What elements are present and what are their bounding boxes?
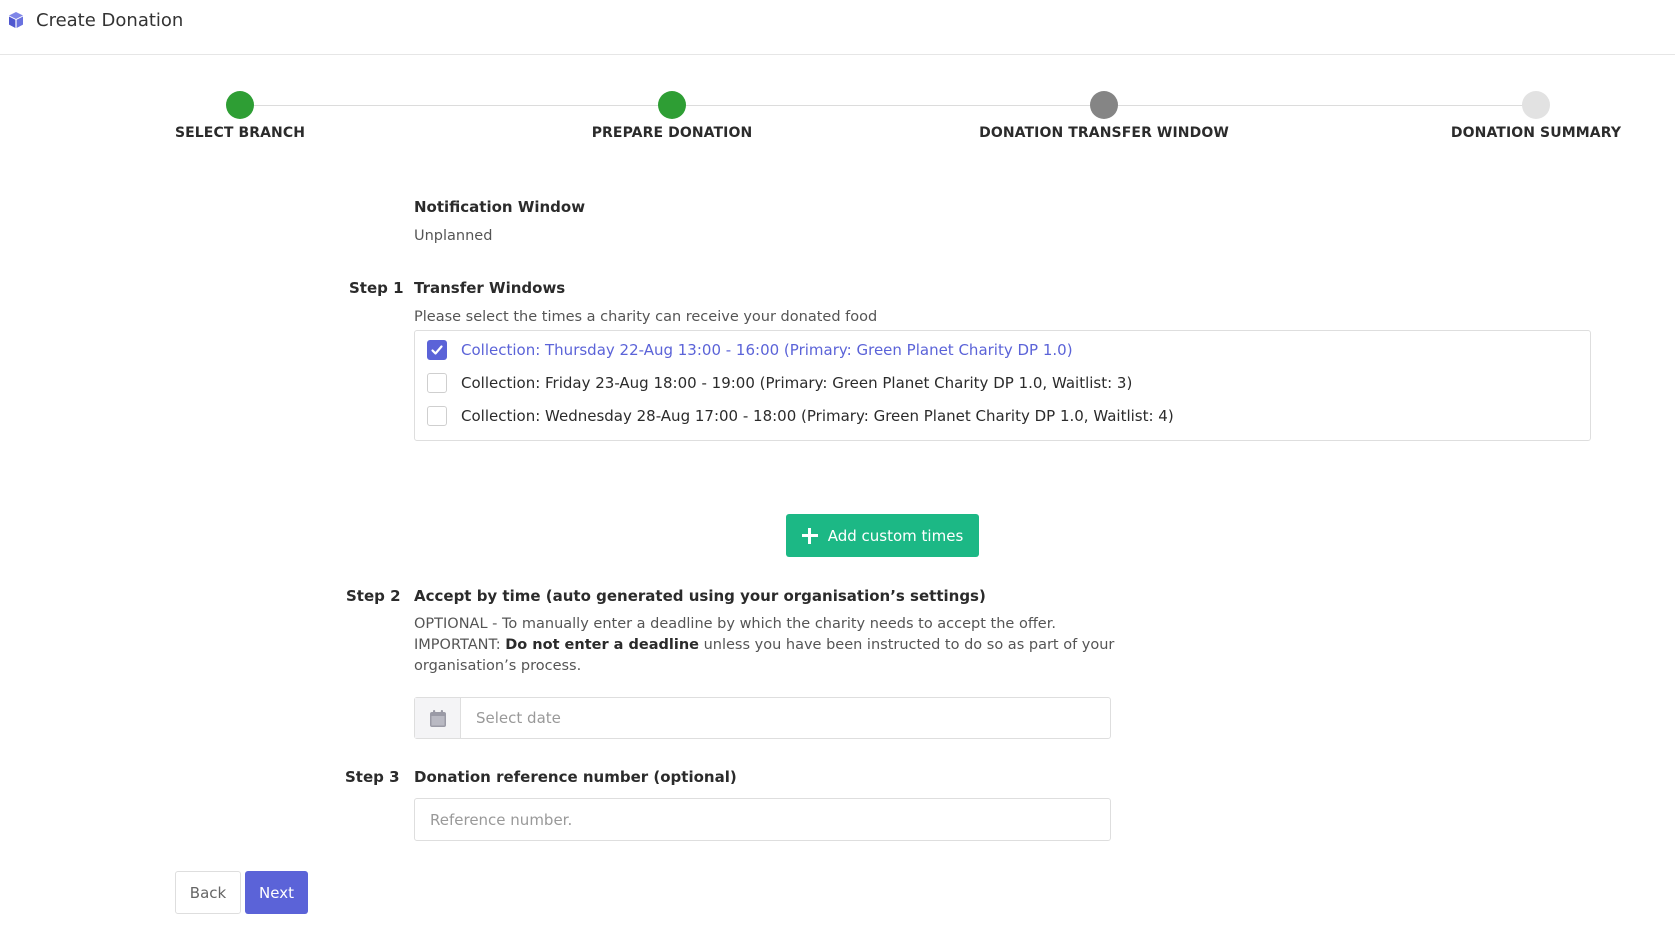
transfer-window-label: Collection: Wednesday 28-Aug 17:00 - 18:… xyxy=(461,407,1174,425)
app-header: Create Donation xyxy=(0,0,1675,55)
step-label: SELECT BRANCH xyxy=(174,125,306,141)
transfer-windows-list: Collection: Thursday 22-Aug 13:00 - 16:0… xyxy=(414,330,1591,441)
important-bold: Do not enter a deadline xyxy=(505,637,699,653)
stepper-step-select-branch: SELECT BRANCH xyxy=(110,88,370,141)
cube-icon xyxy=(9,12,23,28)
reference-number-heading: Donation reference number (optional) xyxy=(414,768,737,786)
calendar-icon xyxy=(429,709,446,727)
notification-window-heading: Notification Window xyxy=(414,198,586,216)
step-label: PREPARE DONATION xyxy=(591,125,753,141)
transfer-windows-heading: Transfer Windows xyxy=(414,279,566,297)
add-custom-times-button[interactable]: Add custom times xyxy=(786,514,979,557)
step2-tag: Step 2 xyxy=(346,587,401,605)
checkbox-unchecked[interactable] xyxy=(427,406,447,426)
accept-by-time-description: OPTIONAL - To manually enter a deadline … xyxy=(414,614,1134,677)
step-upcoming-dot xyxy=(1522,91,1550,119)
transfer-window-option[interactable]: Collection: Thursday 22-Aug 13:00 - 16:0… xyxy=(427,339,1073,361)
step3-tag: Step 3 xyxy=(345,768,400,786)
reference-number-input[interactable] xyxy=(414,798,1111,841)
transfer-window-label: Collection: Friday 23-Aug 18:00 - 19:00 … xyxy=(461,374,1133,392)
important-rest: unless you have been instructed to do so… xyxy=(698,637,1115,653)
transfer-window-option[interactable]: Collection: Friday 23-Aug 18:00 - 19:00 … xyxy=(427,372,1132,394)
transfer-window-label: Collection: Thursday 22-Aug 13:00 - 16:0… xyxy=(461,341,1073,359)
next-button[interactable]: Next xyxy=(245,871,308,914)
page-title: Create Donation xyxy=(36,10,184,31)
checkbox-checked[interactable] xyxy=(427,340,447,360)
step-label: DONATION SUMMARY xyxy=(1450,125,1622,141)
important-text: IMPORTANT: Do not enter a deadline unles… xyxy=(414,635,1134,656)
transfer-windows-hint: Please select the times a charity can re… xyxy=(414,309,878,325)
important-prefix: IMPORTANT: xyxy=(414,637,506,653)
date-input[interactable] xyxy=(461,698,1110,738)
date-addon[interactable] xyxy=(415,698,461,738)
accept-by-date-field[interactable] xyxy=(414,697,1111,739)
step-label: DONATION TRANSFER WINDOW xyxy=(979,125,1229,141)
plus-icon xyxy=(801,527,818,544)
transfer-window-option[interactable]: Collection: Wednesday 28-Aug 17:00 - 18:… xyxy=(427,405,1174,427)
back-button[interactable]: Back xyxy=(175,871,241,914)
check-icon xyxy=(431,345,443,355)
add-custom-times-label: Add custom times xyxy=(827,526,964,545)
optional-text: OPTIONAL - To manually enter a deadline … xyxy=(414,616,1056,632)
important-line2: organisation’s process. xyxy=(414,658,582,674)
progress-stepper: SELECT BRANCH PREPARE DONATION DONATION … xyxy=(0,88,1675,148)
stepper-step-prepare-donation: PREPARE DONATION xyxy=(542,88,802,141)
notification-window-value: Unplanned xyxy=(414,228,493,244)
step-complete-dot xyxy=(658,91,686,119)
step1-tag: Step 1 xyxy=(349,279,404,297)
step-current-dot xyxy=(1090,91,1118,119)
accept-by-time-heading: Accept by time (auto generated using you… xyxy=(414,587,986,605)
stepper-track xyxy=(240,105,1540,106)
stepper-step-donation-summary: DONATION SUMMARY xyxy=(1406,88,1666,141)
checkbox-unchecked[interactable] xyxy=(427,373,447,393)
stepper-step-donation-transfer-window: DONATION TRANSFER WINDOW xyxy=(974,88,1234,141)
step-complete-dot xyxy=(226,91,254,119)
